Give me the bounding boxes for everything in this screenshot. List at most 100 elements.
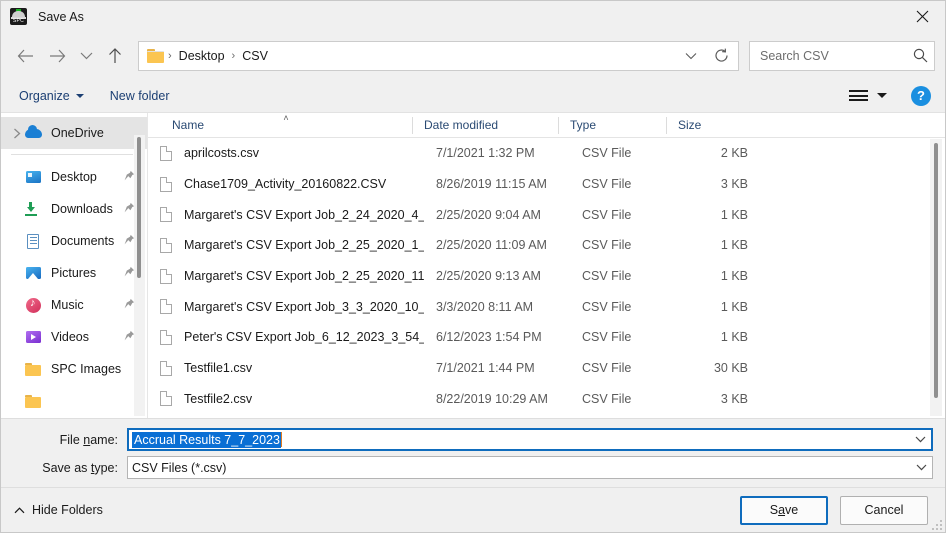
table-row[interactable]: Chase1709_Activity_20160822.CSV 8/26/201… [148,169,945,200]
table-row[interactable]: Testfile1.csv 7/1/2021 1:44 PM CSV File … [148,353,945,384]
column-headers: Name ˄ Date modified Type Size [148,113,945,138]
table-row[interactable]: Peter's CSV Export Job_6_12_2023_3_54_3.… [148,322,945,353]
file-type: CSV File [582,391,632,406]
file-name-input[interactable]: Accrual Results 7_7_2023 [127,428,933,451]
file-name: Peter's CSV Export Job_6_12_2023_3_54_3.… [184,330,424,345]
sidebar-item-spc-images[interactable]: SPC Images [1,353,147,385]
table-row[interactable]: aprilcosts.csv 7/1/2021 1:32 PM CSV File… [148,138,945,169]
table-row[interactable]: Testfile2.csv 8/22/2019 10:29 AM CSV Fil… [148,384,945,415]
help-button[interactable]: ? [911,85,931,106]
table-row[interactable]: Margaret's CSV Export Job_2_24_2020_4_5.… [148,199,945,230]
column-header-label: Name [172,118,205,132]
back-arrow-icon[interactable] [9,41,41,71]
sidebar-item-partial[interactable] [1,385,147,417]
documents-icon [25,233,42,250]
file-size: 3 KB [720,391,748,406]
file-name: Margaret's CSV Export Job_3_3_2020_10_1.… [184,299,424,314]
chevron-up-icon [14,503,25,517]
desktop-icon [25,169,42,186]
sidebar-item-onedrive[interactable]: OneDrive [1,117,147,149]
sidebar-item-label: Videos [51,330,89,344]
file-type: CSV File [582,177,632,192]
sidebar-scrollbar[interactable] [134,135,145,416]
downloads-icon [25,201,42,218]
title-bar: SPC Save As [1,1,945,32]
file-icon [160,268,172,284]
window-title: Save As [38,9,84,24]
search-icon[interactable] [913,48,928,63]
folder-icon [147,48,164,63]
text-cursor [280,432,282,447]
sidebar-item-downloads[interactable]: Downloads [1,193,147,225]
sidebar-item-label: OneDrive [51,126,104,140]
breadcrumb-chevron-down-icon[interactable] [676,42,706,70]
recent-locations-chevron-down-icon[interactable] [73,41,99,71]
file-type: CSV File [582,207,632,222]
file-icon [160,176,172,192]
file-date: 2/25/2020 9:13 AM [436,269,541,284]
file-list-scrollbar[interactable] [930,139,942,416]
file-list-scrollbar-thumb[interactable] [933,143,938,398]
spc-app-icon: SPC [10,8,27,25]
file-size: 3 KB [720,177,748,192]
up-arrow-icon[interactable] [99,41,131,71]
hide-folders-button[interactable]: Hide Folders [14,503,103,517]
sidebar-item-videos[interactable]: Videos [1,321,147,353]
file-type: CSV File [582,361,632,376]
table-row[interactable]: Margaret's CSV Export Job_2_25_2020_11_.… [148,261,945,292]
refresh-icon[interactable] [706,42,736,70]
file-date: 7/1/2021 1:32 PM [436,146,535,161]
sidebar-item-label: Music [51,298,84,312]
resize-grip[interactable] [930,518,942,530]
file-list: Name ˄ Date modified Type Size aprilcost… [147,113,945,418]
breadcrumb-separator-1: › [168,49,172,62]
dialog-body: OneDrive Desktop Downloads Documents Pic… [1,112,945,418]
file-type: CSV File [582,269,632,284]
file-icon [160,207,172,223]
sidebar-item-desktop[interactable]: Desktop [1,161,147,193]
save-as-type-select[interactable]: CSV Files (*.csv) [127,456,933,479]
sidebar-scrollbar-thumb[interactable] [137,137,141,278]
file-size: 1 KB [720,269,748,284]
cancel-button[interactable]: Cancel [840,495,928,525]
view-options-chevron-down-icon[interactable] [877,93,887,98]
file-size: 30 KB [713,361,748,376]
file-name: Testfile1.csv [184,361,253,376]
file-size: 1 KB [720,238,748,253]
forward-arrow-icon[interactable] [41,41,73,71]
sidebar-item-documents[interactable]: Documents [1,225,147,257]
file-rows: aprilcosts.csv 7/1/2021 1:32 PM CSV File… [148,138,945,418]
column-header-name[interactable]: Name ˄ [160,113,412,138]
breadcrumb-item-csv[interactable]: CSV [239,49,271,63]
file-type: CSV File [582,330,632,345]
organize-button[interactable]: Organize [19,89,84,103]
sidebar-item-pictures[interactable]: Pictures [1,257,147,289]
breadcrumb[interactable]: › Desktop › CSV [138,40,739,71]
close-icon[interactable] [899,1,945,32]
file-icon [160,145,172,161]
search-input[interactable]: Search CSV [749,40,935,71]
chevron-right-icon[interactable] [9,128,25,139]
file-name: Margaret's CSV Export Job_2_24_2020_4_5.… [184,207,424,222]
file-date: 7/1/2021 1:44 PM [436,361,535,376]
breadcrumb-separator-2: › [231,49,236,62]
table-row[interactable]: Margaret's CSV Export Job_3_3_2020_10_1.… [148,291,945,322]
pictures-icon [25,265,42,282]
list-view-icon[interactable] [849,90,868,101]
file-date: 8/26/2019 11:15 AM [436,177,547,192]
table-row[interactable]: Margaret's CSV Export Job_2_25_2020_1_0.… [148,230,945,261]
sidebar-item-label: Desktop [51,170,97,184]
save-button[interactable]: Sa ve [740,495,828,525]
file-size: 1 KB [720,299,748,314]
column-header-date-modified[interactable]: Date modified [412,113,558,138]
column-header-type[interactable]: Type [558,113,666,138]
column-header-size[interactable]: Size [666,113,750,138]
sidebar-item-music[interactable]: Music [1,289,147,321]
new-folder-label: New folder [109,88,170,103]
new-folder-button[interactable]: New folder [110,89,170,103]
breadcrumb-item-desktop[interactable]: Desktop [176,49,228,63]
column-header-label: Size [678,118,702,132]
chevron-down-icon[interactable] [909,430,931,449]
file-date: 2/25/2020 9:04 AM [436,207,541,222]
chevron-down-icon[interactable] [910,457,932,478]
